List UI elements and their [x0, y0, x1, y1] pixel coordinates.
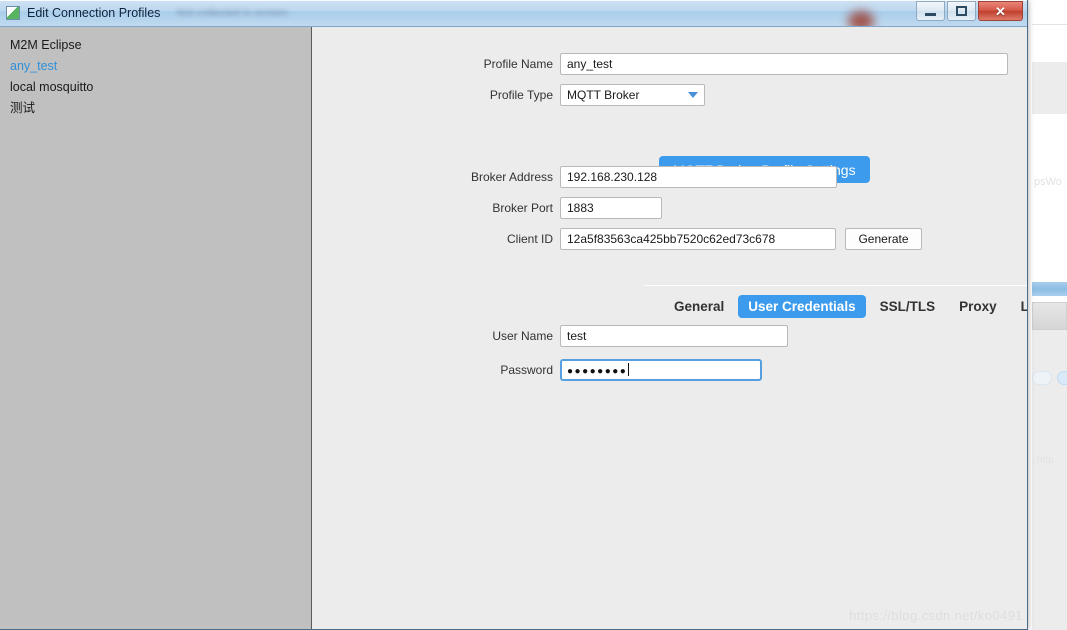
password-masked-value: ●●●●●●●●	[567, 366, 628, 377]
password-label: Password	[500, 363, 553, 377]
user-name-label: User Name	[492, 329, 553, 343]
minimize-button[interactable]	[916, 1, 945, 21]
minimize-icon	[925, 12, 936, 16]
bg-panel-2	[1032, 114, 1067, 166]
profile-item-label: any_test	[10, 59, 58, 73]
bg-pill-2	[1057, 371, 1067, 385]
bg-panel-1	[1032, 62, 1067, 114]
profile-list-item-any-test[interactable]: any_test	[0, 56, 311, 77]
profile-list-item-m2m-eclipse[interactable]: M2M Eclipse	[0, 35, 311, 56]
tab-general[interactable]: General	[664, 295, 734, 318]
edit-connection-profiles-dialog: Edit Connection Profiles Not collected i…	[0, 0, 1028, 630]
bg-panel-3	[1032, 192, 1067, 278]
dialog-body: M2M Eclipse any_test local mosquitto 测试 …	[0, 27, 1027, 629]
client-id-input[interactable]: 12a5f83563ca425bb7520c62ed73c678	[560, 228, 836, 250]
profile-editor-panel: Profile Name any_test Profile Type MQTT …	[312, 27, 1027, 629]
window-controls: ✕	[916, 1, 1023, 21]
text-caret	[628, 363, 630, 376]
broker-address-input[interactable]: 192.168.230.128	[560, 166, 837, 188]
tab-ssl-tls[interactable]: SSL/TLS	[870, 295, 946, 318]
bg-ghost-url: http	[1037, 455, 1054, 466]
section-divider	[644, 285, 1027, 286]
watermark: https://blog.csdn.net/ko0491	[849, 608, 1023, 623]
maximize-button[interactable]	[947, 1, 976, 21]
background-smudge	[848, 11, 874, 26]
profile-type-label: Profile Type	[489, 88, 553, 102]
bg-toolbar-strip	[1032, 302, 1067, 330]
tab-proxy[interactable]: Proxy	[949, 295, 1007, 318]
password-input[interactable]: ●●●●●●●●	[560, 359, 762, 381]
tab-lwt[interactable]: LWT	[1011, 295, 1027, 318]
profile-list-item-ceshi[interactable]: 测试	[0, 98, 311, 119]
profile-item-label: local mosquitto	[10, 80, 94, 94]
close-button[interactable]: ✕	[978, 1, 1023, 21]
client-id-label: Client ID	[506, 232, 553, 246]
bg-titlebar-strip	[1032, 282, 1067, 296]
broker-port-input[interactable]: 1883	[560, 197, 662, 219]
app-icon	[6, 6, 20, 20]
bg-strip-top	[1028, 0, 1067, 26]
bg-pill-1	[1032, 371, 1052, 385]
bg-divider-1	[1032, 24, 1067, 25]
profile-name-input[interactable]: any_test	[560, 53, 1008, 75]
broker-address-label: Broker Address	[470, 170, 553, 184]
profile-list: M2M Eclipse any_test local mosquitto 测试	[0, 27, 312, 629]
blurred-background-text: Not collected in screen	[176, 7, 288, 19]
profile-item-label: 测试	[10, 101, 36, 115]
profile-type-select[interactable]: MQTT Broker	[560, 84, 705, 106]
settings-tabs: General User Credentials SSL/TLS Proxy L…	[664, 295, 1027, 318]
profile-item-label: M2M Eclipse	[10, 38, 82, 52]
maximize-icon	[956, 6, 967, 16]
window-title: Edit Connection Profiles	[27, 6, 161, 20]
bg-ghost-label: psWo	[1034, 176, 1062, 188]
profile-name-label: Profile Name	[483, 57, 553, 71]
profile-type-value: MQTT Broker	[567, 88, 640, 102]
tab-user-credentials[interactable]: User Credentials	[738, 295, 866, 318]
profile-list-item-local-mosquitto[interactable]: local mosquitto	[0, 77, 311, 98]
broker-port-label: Broker Port	[492, 201, 553, 215]
window-titlebar[interactable]: Edit Connection Profiles Not collected i…	[0, 0, 1027, 27]
chevron-down-icon	[688, 92, 698, 98]
user-name-input[interactable]: test	[560, 325, 788, 347]
generate-client-id-button[interactable]: Generate	[845, 228, 922, 250]
close-icon: ✕	[995, 3, 1006, 19]
